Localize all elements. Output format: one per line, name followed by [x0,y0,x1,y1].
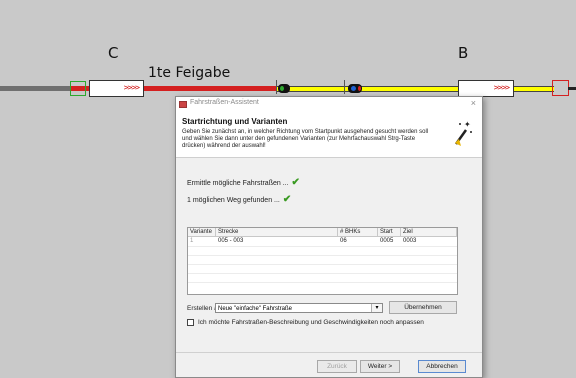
checkmark-icon: ✔ [282,194,292,205]
checkmark-icon: ✔ [291,177,300,188]
dialog-titlebar[interactable]: Fahrstraßen-Assistent × [176,97,482,112]
direction-arrows: >>>> [493,83,510,92]
svg-text:✦: ✦ [464,120,471,129]
dialog-header: Startrichtung und Varianten Geben Sie zu… [176,112,482,158]
block-b[interactable]: >>>> [458,80,514,97]
col-header-bhks[interactable]: # BHKs [338,228,378,237]
cancel-button[interactable]: Abbrechen [418,360,466,373]
app-icon [179,101,187,108]
close-icon[interactable]: × [471,98,476,108]
next-button[interactable]: Weiter > [360,360,400,373]
wizard-wand-icon: ✦ [454,120,472,146]
fahrstrassen-assistent-dialog: Fahrstraßen-Assistent × Startrichtung un… [175,96,483,378]
signal-icon-2[interactable] [348,84,362,93]
back-button[interactable]: Zurück [317,360,357,373]
col-header-variante[interactable]: Variante [188,228,216,237]
row-divider [188,255,457,256]
col-header-strecke[interactable]: Strecke [216,228,338,237]
create-as-value: Neue "einfache" Fahrstraße [218,306,292,312]
header-description: Geben Sie zunächst an, in welcher Richtu… [182,129,429,149]
row-divider [188,273,457,274]
col-header-start[interactable]: Start [378,228,401,237]
chevron-down-icon[interactable]: ▾ [371,304,382,312]
freigabe-label: 1te Feigabe [148,65,231,81]
cell-strecke: 005 - 003 [218,238,244,244]
variants-table[interactable]: Variante Strecke # BHKs Start Ziel 1 005… [187,227,458,295]
status-text-2: 1 möglichen Weg gefunden ... [187,197,280,204]
track-separator-1 [276,80,277,94]
row-divider [188,264,457,265]
track-segment-right-end[interactable] [568,87,576,90]
status-line-2: 1 möglichen Weg gefunden ... ✔ [187,194,291,205]
direction-arrows: >>>> [123,83,140,92]
track-segment-left[interactable] [0,86,70,91]
cell-start: 0005 [380,238,394,244]
signal-marker-green[interactable] [70,81,86,96]
status-line-1: Ermittle mögliche Fahrstraßen ... ✔ [187,177,300,188]
customize-checkbox[interactable] [187,319,194,326]
col-header-ziel[interactable]: Ziel [401,228,457,237]
row-divider [188,246,457,247]
track-separator-2 [344,80,345,94]
customize-checkbox-label: Ich möchte Fahrstraßen-Beschreibung und … [198,319,424,326]
signal-icon-1[interactable] [278,84,290,93]
track-segment-free-1[interactable] [276,86,459,92]
row-divider [188,282,457,283]
track-segment-free-2[interactable] [514,86,554,92]
cell-variante: 1 [190,238,194,244]
cell-ziel: 0003 [403,238,417,244]
block-c[interactable]: >>>> [89,80,144,97]
signal-marker-red[interactable] [552,80,569,96]
status-text-1: Ermittle mögliche Fahrstraßen ... [187,180,289,187]
cell-bhks: 06 [340,238,347,244]
block-label-b: B [458,44,469,62]
header-title: Startrichtung und Varianten [182,117,288,126]
dialog-title: Fahrstraßen-Assistent [190,99,259,106]
block-label-c: C [108,44,119,62]
footer-divider [176,352,482,353]
create-as-select[interactable]: Neue "einfache" Fahrstraße ▾ [215,303,383,313]
track-segment-occupied[interactable] [144,86,276,91]
override-button[interactable]: Übernehmen [389,301,457,314]
